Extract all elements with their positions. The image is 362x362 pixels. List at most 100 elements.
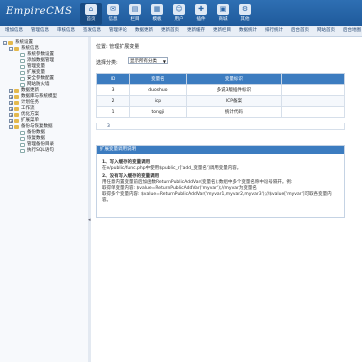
folder-icon [14, 119, 19, 123]
menubar-link[interactable]: 网站首页 [317, 26, 335, 36]
expand-icon[interactable]: + [9, 107, 13, 112]
topnav-icon: ⌂ [85, 4, 97, 15]
table-cell: ICP备案 [185, 95, 283, 107]
menubar-link[interactable]: 增加信息 [5, 26, 23, 36]
app-logo: EmpireCMS [6, 6, 73, 17]
collapse-icon[interactable]: - [3, 41, 7, 46]
table-cell: 统计代码 [185, 106, 283, 118]
column-header: 变量标识 [185, 73, 283, 85]
page-icon [20, 131, 25, 135]
topnav-button-0[interactable]: ⌂ 首页 [80, 3, 102, 25]
page-icon [20, 77, 25, 81]
topnav-label: 插件 [196, 17, 206, 22]
topnav-button-5[interactable]: ✚ 插件 [190, 3, 212, 25]
breadcrumb: 位置: 管理扩展变量 [96, 44, 140, 50]
menubar-link[interactable]: 审核信息 [57, 26, 75, 36]
chevron-down-icon: ▼ [162, 59, 166, 64]
folder-icon [14, 113, 19, 117]
collapse-icon[interactable]: - [9, 47, 13, 52]
sidebar-item-label: 执行SQL语句 [27, 148, 54, 153]
menubar-link[interactable]: 更新缓存 [187, 26, 205, 36]
table-row: 3 duoshuo 多说3版插件标识 [96, 84, 345, 96]
expand-icon[interactable]: + [9, 101, 13, 106]
page-icon [20, 83, 25, 87]
column-header [281, 73, 345, 85]
folder-icon [14, 89, 19, 93]
topnav-button-3[interactable]: ▦ 模板 [146, 3, 168, 25]
sidebar-item[interactable]: 执行SQL语句 [0, 148, 88, 154]
filter-label: 选择分类: [96, 60, 118, 66]
table-cell: tongji [129, 106, 187, 118]
topnav-icon: ☺ [173, 4, 185, 15]
folder-icon [8, 41, 13, 45]
topnav-button-1[interactable]: ✉ 信息 [102, 3, 124, 25]
table-cell: 1 [96, 106, 130, 118]
table-body: 3 duoshuo 多说3版插件标识 2 icp ICP备案 1 tongji 统计代码 [96, 84, 345, 118]
menubar-link[interactable]: 数据更新 [135, 26, 153, 36]
menubar-link[interactable]: 管理信息 [31, 26, 49, 36]
help-text-1: 在e/public/func.php中使用$public_r['add_变量名'… [102, 166, 242, 171]
help-title: 扩展变量调用说明 [97, 146, 344, 154]
folder-icon [14, 47, 19, 51]
page-icon [20, 53, 25, 57]
topnav-button-7[interactable]: ⚙ 其他 [234, 3, 256, 25]
page-icon [20, 71, 25, 75]
top-header: EmpireCMS ⌂ 首页 ✉ 信息 ▤ 栏目 ▦ 模板 ☺ 用户 ✚ 插件 ▣ 商城 ⚙ 其他 [0, 0, 362, 26]
topnav-icon: ✉ [107, 4, 119, 15]
variables-table: ID 变量名 变量标识 3 duoshuo 多说3版插件标识 2 icp ICP备案 1 tong… [96, 73, 345, 118]
topnav-label: 模板 [152, 17, 162, 22]
topnav-button-2[interactable]: ▤ 栏目 [124, 3, 146, 25]
topnav-label: 商城 [218, 17, 228, 22]
collapse-icon[interactable]: - [9, 125, 13, 130]
help-text-4: 取得多个变量内容: $value=ReturnPublicAddVar('myv… [102, 192, 332, 203]
page-icon [20, 149, 25, 153]
topnav-icon: ▦ [151, 4, 163, 15]
table-header-row: ID 变量名 变量标识 [96, 73, 345, 85]
menubar-link[interactable]: 后台地图 [343, 26, 361, 36]
folder-icon [14, 95, 19, 99]
topnav-icon: ⚙ [239, 4, 251, 15]
topnav-icon: ▤ [129, 4, 141, 15]
menubar-link[interactable]: 更新首页 [161, 26, 179, 36]
topnav-label: 栏目 [130, 17, 140, 22]
topnav-button-4[interactable]: ☺ 用户 [168, 3, 190, 25]
menubar-link[interactable]: 管理评论 [109, 26, 127, 36]
folder-icon [14, 107, 19, 111]
category-select-value: 显示所有分类 [130, 59, 157, 64]
quick-menubar: 增加信息 管理信息 审核信息 签发信息 管理评论 数据更新 更新首页 更新缓存 更新栏目 数据统计… [0, 26, 362, 37]
category-select[interactable]: 显示所有分类 ▼ [128, 57, 168, 64]
page-icon [20, 137, 25, 141]
topnav-label: 信息 [108, 17, 118, 22]
topnav-label: 其他 [240, 17, 250, 22]
folder-icon [14, 125, 19, 129]
expand-icon[interactable]: + [9, 89, 13, 94]
menubar-link[interactable]: 数据统计 [239, 26, 257, 36]
pager-number[interactable]: 3 [107, 123, 110, 130]
table-row: 2 icp ICP备案 [96, 95, 345, 107]
expand-icon[interactable]: + [9, 119, 13, 124]
topnav-button-6[interactable]: ▣ 商城 [212, 3, 234, 25]
table-cell: duoshuo [129, 84, 187, 96]
column-header: ID [96, 73, 130, 85]
table-cell: 2 [96, 95, 130, 107]
table-cell: 3 [96, 84, 130, 96]
menubar-link[interactable]: 更新栏目 [213, 26, 231, 36]
page-icon [20, 65, 25, 69]
folder-icon [14, 101, 19, 105]
table-row: 1 tongji 统计代码 [96, 106, 345, 118]
topnav-icon: ▣ [217, 4, 229, 15]
menubar-link[interactable]: 排行统计 [265, 26, 283, 36]
page-icon [20, 143, 25, 147]
table-cell: icp [129, 95, 187, 107]
table-cell: 多说3版插件标识 [185, 84, 283, 96]
menubar-link[interactable]: 后台首页 [291, 26, 309, 36]
table-cell [281, 106, 345, 118]
page-icon [20, 59, 25, 63]
main-content: 位置: 管理扩展变量 选择分类: 显示所有分类 ▼ ID 变量名 变量标识 3 duo… [91, 37, 362, 362]
topnav-icon: ✚ [195, 4, 207, 15]
expand-icon[interactable]: + [9, 95, 13, 100]
expand-icon[interactable]: + [9, 113, 13, 118]
menubar-link[interactable]: 签发信息 [83, 26, 101, 36]
sidebar-tree: - 系统设置 - 系统信息 系统参数设置 添加数据管理 管理变量 扩展变量 安全参数配置 网站防火… [0, 37, 89, 362]
table-cell [281, 95, 345, 107]
